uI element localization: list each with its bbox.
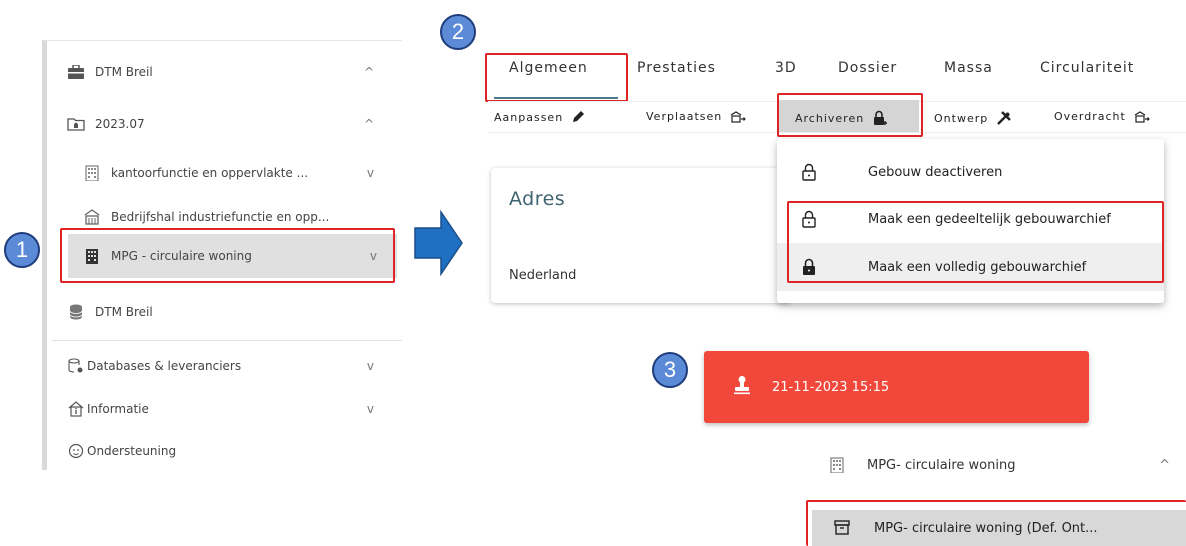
lock-icon [802,163,816,181]
sidebar-item-label: DTM Breil [95,305,153,319]
action-label: Verplaatsen [646,110,723,123]
sidebar: DTM Breil ^ 2023.07 ^ kantoorfunctie en … [42,40,402,470]
action-label: Aanpassen [494,110,564,124]
menu-item-deactivate[interactable]: Gebouw deactiveren [777,148,1164,196]
sidebar-item-database[interactable]: DTM Breil [67,290,388,334]
callout-badge: 1 [4,232,40,268]
menu-item-partial-archive[interactable]: Maak een gedeeltelijk gebouwarchief [777,195,1164,243]
action-label: Ontwerp [934,111,989,125]
tab-algemeen[interactable]: Algemeen [509,60,588,76]
office-building-icon [830,457,844,473]
action-label: Overdracht [1054,110,1126,123]
tab-massa[interactable]: Massa [944,60,993,76]
tools-icon [997,111,1012,125]
building-arrow-icon [730,110,747,123]
sidebar-item-label: MPG - circulaire woning [111,249,252,263]
office-building-icon [83,164,101,182]
sidebar-item-label: DTM Breil [95,65,153,79]
sidebar-item-label: Ondersteuning [87,444,177,458]
sidebar-item-label: Informatie [87,402,149,416]
menu-item-label: Maak een gedeeltelijk gebouwarchief [868,211,1111,227]
support-face-icon [67,442,85,460]
callout-badge: 2 [440,14,476,50]
warehouse-icon [83,208,101,226]
menu-item-full-archive[interactable]: Maak een volledig gebouwarchief [777,243,1164,291]
menu-item-label: Maak een volledig gebouwarchief [868,259,1087,275]
pencil-icon [573,111,585,122]
sidebar-item-building[interactable]: Bedrijfshal industriefunctie en opp... [83,195,388,239]
toast-timestamp: 21-11-2023 15:15 [772,380,890,395]
chevron-up-icon[interactable]: ^ [364,117,374,131]
tab-dossier[interactable]: Dossier [838,60,897,76]
move-button[interactable]: Verplaatsen [646,110,747,123]
lock-icon [802,210,816,228]
card-country: Nederland [509,268,577,283]
callout-badge: 3 [652,352,688,388]
tab-active-indicator [494,97,618,99]
chevron-down-icon[interactable]: v [367,166,374,180]
sidebar-item-folder[interactable]: 2023.07 ^ [67,102,388,146]
database-icon [67,303,85,321]
lock-plus-icon [874,110,888,125]
tree-item-building[interactable]: MPG- circulaire woning ^ [812,443,1186,487]
archive-dropdown: Gebouw deactiveren Maak een gedeeltelijk… [777,139,1164,303]
chevron-up-icon[interactable]: ^ [364,65,374,79]
archive-toast: 21-11-2023 15:15 [704,351,1089,423]
briefcase-icon [67,63,85,81]
menu-item-label: Gebouw deactiveren [868,164,1003,180]
office-building-icon [83,247,101,265]
sidebar-item-label: Databases & leveranciers [87,359,242,373]
archive-box-icon [834,520,850,535]
sidebar-item-label: 2023.07 [95,117,145,131]
folder-building-icon [67,115,85,133]
chevron-down-icon[interactable]: v [370,249,377,263]
sidebar-item-label: kantoorfunctie en oppervlakte ... [111,166,309,180]
design-button[interactable]: Ontwerp [934,110,1012,126]
edit-button[interactable]: Aanpassen [494,110,585,124]
stamp-icon [734,376,750,395]
sidebar-item-label: Bedrijfshal industriefunctie en opp... [111,210,330,224]
sidebar-item-databases[interactable]: Databases & leveranciers v [67,344,388,388]
tree-item-label: MPG- circulaire woning (Def. Ont... [874,521,1098,536]
action-label: Archiveren [795,111,865,125]
chevron-down-icon[interactable]: v [367,359,374,373]
divider [52,340,402,341]
sidebar-item-ondersteuning[interactable]: Ondersteuning [67,429,388,473]
building-arrow-icon [1134,110,1150,123]
sidebar-item-building[interactable]: kantoorfunctie en oppervlakte ... v [83,151,388,195]
database-settings-icon [67,357,85,375]
sidebar-item-selected[interactable]: MPG - circulaire woning v [68,234,397,278]
tab-circulariteit[interactable]: Circulariteit [1040,60,1134,76]
archive-button[interactable]: Archiveren [795,110,888,126]
card-title: Adres [509,188,566,210]
chevron-down-icon[interactable]: v [367,402,374,416]
tab-3d[interactable]: 3D [775,60,797,76]
arrow-right-icon [414,210,463,276]
tree-item-label: MPG- circulaire woning [867,457,1016,473]
lock-filled-icon [803,258,815,275]
sidebar-item-project[interactable]: DTM Breil ^ [67,50,388,94]
sidebar-item-informatie[interactable]: Informatie v [67,387,388,431]
tab-prestaties[interactable]: Prestaties [637,60,716,76]
transfer-button[interactable]: Overdracht [1054,110,1150,123]
chevron-up-icon[interactable]: ^ [1159,458,1170,473]
address-card: Adres Nederland [491,168,791,303]
house-info-icon [67,400,85,418]
tree-item-archive[interactable]: MPG- circulaire woning (Def. Ont... [812,510,1186,546]
